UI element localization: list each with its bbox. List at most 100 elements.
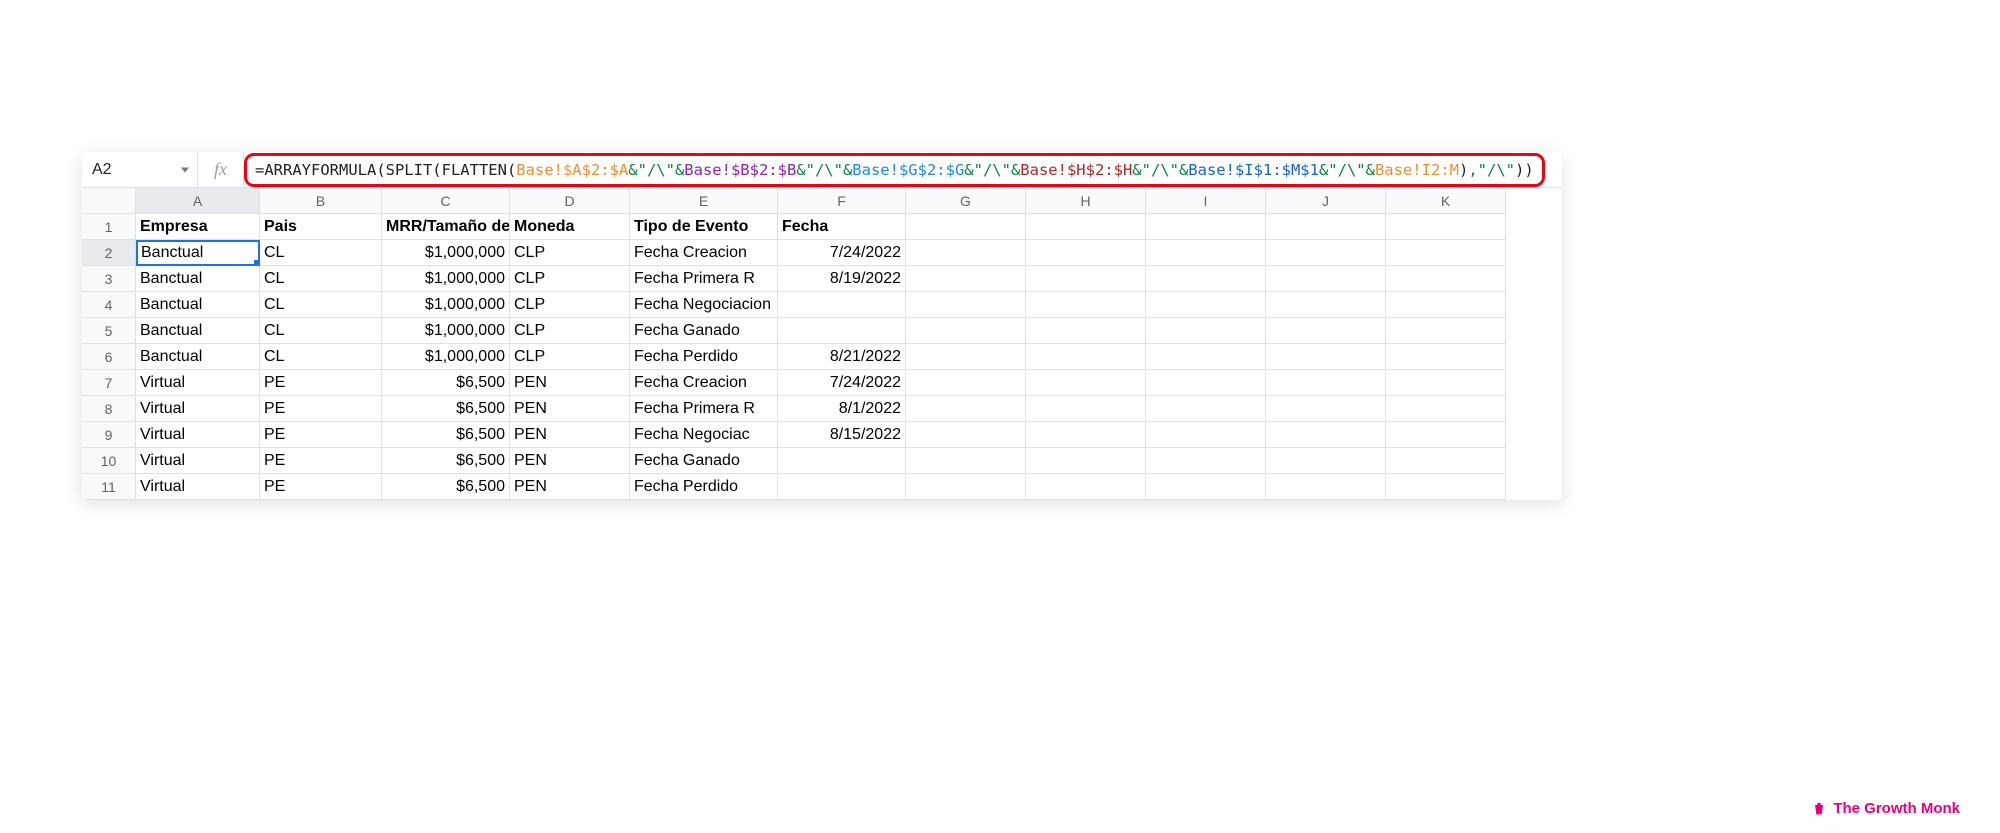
cell[interactable] (1146, 448, 1266, 474)
cell[interactable] (1386, 422, 1506, 448)
cell[interactable]: Virtual (136, 396, 260, 422)
cell[interactable]: CLP (510, 292, 630, 318)
cell[interactable]: $1,000,000 (382, 240, 510, 266)
cell[interactable]: $1,000,000 (382, 344, 510, 370)
cell[interactable]: PE (260, 396, 382, 422)
cell[interactable] (906, 292, 1026, 318)
cell[interactable]: Virtual (136, 474, 260, 500)
header-mrr[interactable]: MRR/Tamaño de (382, 214, 510, 240)
cell[interactable]: $6,500 (382, 396, 510, 422)
cell-grid[interactable]: A B C D E F G H I J K 1 Empresa Pais MRR… (82, 188, 1562, 500)
cell[interactable] (906, 240, 1026, 266)
cell[interactable] (1266, 318, 1386, 344)
cell[interactable]: $1,000,000 (382, 266, 510, 292)
col-header-i[interactable]: I (1146, 188, 1266, 214)
cell[interactable]: $1,000,000 (382, 318, 510, 344)
cell[interactable] (1146, 240, 1266, 266)
cell[interactable]: Virtual (136, 422, 260, 448)
cell[interactable] (1146, 292, 1266, 318)
cell[interactable] (1266, 344, 1386, 370)
row-header-8[interactable]: 8 (82, 396, 136, 422)
cell[interactable] (1026, 214, 1146, 240)
cell[interactable]: $6,500 (382, 474, 510, 500)
cell[interactable]: Fecha Primera R (630, 266, 778, 292)
cell[interactable]: Fecha Perdido (630, 474, 778, 500)
cell[interactable]: CL (260, 240, 382, 266)
cell[interactable] (906, 266, 1026, 292)
row-header-7[interactable]: 7 (82, 370, 136, 396)
cell[interactable] (1266, 266, 1386, 292)
cell[interactable] (1386, 474, 1506, 500)
cell[interactable]: $6,500 (382, 370, 510, 396)
cell[interactable]: 8/15/2022 (778, 422, 906, 448)
cell[interactable] (778, 318, 906, 344)
cell[interactable] (1026, 292, 1146, 318)
cell[interactable]: PE (260, 448, 382, 474)
cell[interactable] (1146, 318, 1266, 344)
name-box[interactable]: A2 (82, 152, 198, 187)
cell[interactable]: CL (260, 344, 382, 370)
cell[interactable]: Virtual (136, 370, 260, 396)
select-all-corner[interactable] (82, 188, 136, 214)
cell[interactable] (778, 474, 906, 500)
cell[interactable] (906, 396, 1026, 422)
row-header-10[interactable]: 10 (82, 448, 136, 474)
cell[interactable]: Fecha Negociacion (630, 292, 778, 318)
cell[interactable] (1266, 240, 1386, 266)
cell[interactable]: Banctual (136, 318, 260, 344)
cell[interactable]: 8/19/2022 (778, 266, 906, 292)
cell[interactable] (1026, 474, 1146, 500)
cell[interactable] (1146, 422, 1266, 448)
cell[interactable]: $6,500 (382, 422, 510, 448)
col-header-k[interactable]: K (1386, 188, 1506, 214)
cell[interactable]: PE (260, 370, 382, 396)
header-empresa[interactable]: Empresa (136, 214, 260, 240)
cell[interactable]: CL (260, 266, 382, 292)
cell[interactable]: Fecha Ganado (630, 448, 778, 474)
cell[interactable]: PEN (510, 370, 630, 396)
cell[interactable] (1146, 266, 1266, 292)
col-header-d[interactable]: D (510, 188, 630, 214)
cell[interactable] (1266, 214, 1386, 240)
cell[interactable] (1266, 370, 1386, 396)
cell[interactable] (1266, 474, 1386, 500)
cell[interactable] (1146, 214, 1266, 240)
col-header-e[interactable]: E (630, 188, 778, 214)
cell[interactable] (1026, 448, 1146, 474)
cell[interactable] (1266, 292, 1386, 318)
cell[interactable] (1266, 448, 1386, 474)
row-header-11[interactable]: 11 (82, 474, 136, 500)
header-pais[interactable]: Pais (260, 214, 382, 240)
cell[interactable] (1386, 240, 1506, 266)
header-moneda[interactable]: Moneda (510, 214, 630, 240)
cell[interactable] (1146, 344, 1266, 370)
cell[interactable]: Banctual (136, 266, 260, 292)
row-header-6[interactable]: 6 (82, 344, 136, 370)
cell[interactable]: Virtual (136, 448, 260, 474)
cell[interactable]: CLP (510, 266, 630, 292)
cell[interactable]: 8/21/2022 (778, 344, 906, 370)
cell[interactable]: CL (260, 318, 382, 344)
cell[interactable] (1146, 370, 1266, 396)
row-header-9[interactable]: 9 (82, 422, 136, 448)
cell[interactable] (1026, 344, 1146, 370)
cell[interactable]: PEN (510, 474, 630, 500)
cell[interactable] (1146, 396, 1266, 422)
cell[interactable] (906, 344, 1026, 370)
cell[interactable] (1386, 396, 1506, 422)
cell[interactable] (1026, 422, 1146, 448)
cell[interactable] (1386, 370, 1506, 396)
cell[interactable]: PEN (510, 396, 630, 422)
cell[interactable]: Fecha Negociac (630, 422, 778, 448)
cell[interactable] (1386, 292, 1506, 318)
cell[interactable]: 8/1/2022 (778, 396, 906, 422)
cell[interactable]: CL (260, 292, 382, 318)
cell[interactable] (1386, 266, 1506, 292)
cell[interactable] (906, 474, 1026, 500)
cell[interactable] (906, 318, 1026, 344)
cell[interactable] (1386, 344, 1506, 370)
row-header-4[interactable]: 4 (82, 292, 136, 318)
cell[interactable]: CLP (510, 344, 630, 370)
cell[interactable] (778, 448, 906, 474)
header-fecha[interactable]: Fecha (778, 214, 906, 240)
